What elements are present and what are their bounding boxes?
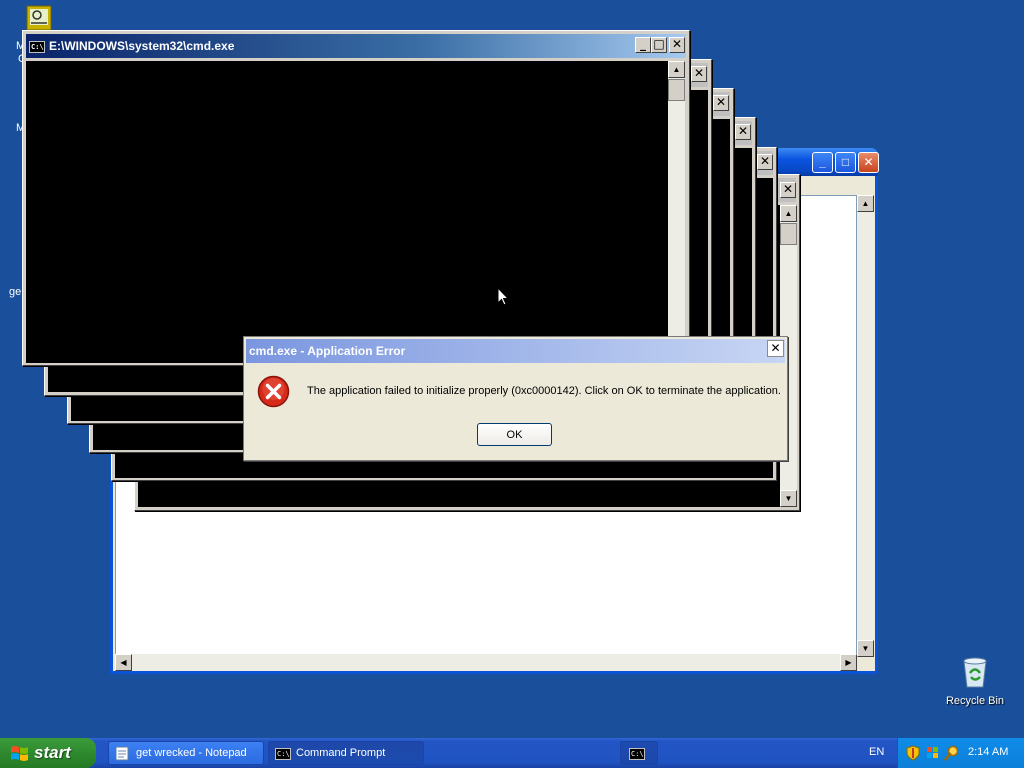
- cmd-window-title: E:\WINDOWS\system32\cmd.exe: [49, 39, 235, 53]
- notepad-scroll-down-button[interactable]: ▼: [857, 640, 874, 657]
- recycle-bin-label: Recycle Bin: [945, 695, 1005, 707]
- notepad-scroll-left-button[interactable]: ◀: [115, 654, 132, 671]
- recycle-bin[interactable]: Recycle Bin: [940, 655, 1010, 707]
- cmd-window-5-scroll-up-button[interactable]: ▲: [780, 205, 797, 222]
- cmd-window-4-close-button[interactable]: ✕: [757, 154, 773, 170]
- cmd-window-3-close-button[interactable]: ✕: [735, 124, 751, 140]
- search-icon[interactable]: [944, 745, 960, 761]
- cmd-titlebar[interactable]: C:\ E:\WINDOWS\system32\cmd.exe: [26, 34, 686, 58]
- taskbar-button-notepad[interactable]: get wrecked - Notepad: [108, 741, 264, 765]
- notepad-vertical-scrollbar[interactable]: ▲ ▼: [857, 195, 874, 657]
- error-dialog-titlebar[interactable]: cmd.exe - Application Error: [246, 339, 785, 363]
- cmd-icon: C:\: [275, 748, 291, 760]
- desktop-shortcut-icon[interactable]: [26, 5, 52, 31]
- error-dialog-title: cmd.exe - Application Error: [249, 344, 406, 358]
- system-tray: 2:14 AM: [897, 738, 1024, 768]
- error-dialog-close-button[interactable]: ✕: [767, 340, 784, 357]
- shortcut-icon: [26, 5, 52, 31]
- cmd-maximize-button[interactable]: □: [651, 37, 667, 53]
- notepad-icon: [115, 746, 129, 761]
- taskbar-button-command-prompt[interactable]: C:\ Command Prompt: [268, 741, 424, 765]
- notepad-close-button[interactable]: ✕: [858, 152, 879, 173]
- cmd-icon: C:\: [629, 748, 645, 760]
- mouse-cursor-icon: [497, 287, 509, 306]
- cmd-scroll-thumb[interactable]: [668, 79, 685, 101]
- cmd-scroll-up-button[interactable]: ▲: [668, 61, 685, 78]
- error-x-icon: [257, 375, 290, 408]
- notepad-maximize-button[interactable]: □: [835, 152, 856, 173]
- windows-flag-icon: [11, 746, 28, 761]
- clock[interactable]: 2:14 AM: [968, 746, 1008, 758]
- taskbar: start get wrecked - Notepad C:\ Command …: [0, 738, 1024, 768]
- desktop-label-4: ge: [9, 286, 22, 298]
- taskbar-notepad-label: get wrecked - Notepad: [136, 747, 247, 759]
- taskbar-command-prompt-label: Command Prompt: [296, 747, 386, 759]
- start-button[interactable]: start: [0, 738, 96, 768]
- security-shield-icon[interactable]: [906, 745, 920, 761]
- windows-update-icon[interactable]: [925, 745, 941, 761]
- cmd-window-5-scroll-thumb[interactable]: [780, 223, 797, 245]
- cmd-console[interactable]: [26, 61, 668, 363]
- ok-button[interactable]: OK: [477, 423, 552, 446]
- notepad-scroll-up-button[interactable]: ▲: [857, 195, 874, 212]
- cmd-window-front: C:\ E:\WINDOWS\system32\cmd.exe _ □ ✕ ▲: [22, 30, 690, 366]
- cmd-window-2-close-button[interactable]: ✕: [713, 95, 729, 111]
- recycle-bin-icon: [963, 657, 987, 688]
- notepad-horizontal-scrollbar[interactable]: ◀ ▶: [115, 654, 857, 671]
- cmd-window-icon: C:\: [29, 40, 45, 53]
- notepad-minimize-button[interactable]: _: [812, 152, 833, 173]
- cmd-window-5-scroll-down-button[interactable]: ▼: [780, 490, 797, 507]
- error-dialog: cmd.exe - Application Error ✕ The applic…: [243, 336, 788, 461]
- cmd-minimize-button[interactable]: _: [635, 37, 651, 53]
- error-message: The application failed to initialize pro…: [307, 385, 781, 397]
- notepad-scroll-right-button[interactable]: ▶: [840, 654, 857, 671]
- cmd-window-5-close-button[interactable]: ✕: [780, 182, 796, 198]
- language-indicator[interactable]: EN: [869, 746, 884, 758]
- start-label: start: [34, 743, 71, 762]
- cmd-close-button[interactable]: ✕: [669, 37, 685, 53]
- cmd-vertical-scrollbar[interactable]: ▲: [668, 61, 685, 363]
- taskbar-button-cmd-2[interactable]: C:\: [620, 741, 658, 765]
- cmd-window-1-close-button[interactable]: ✕: [691, 66, 707, 82]
